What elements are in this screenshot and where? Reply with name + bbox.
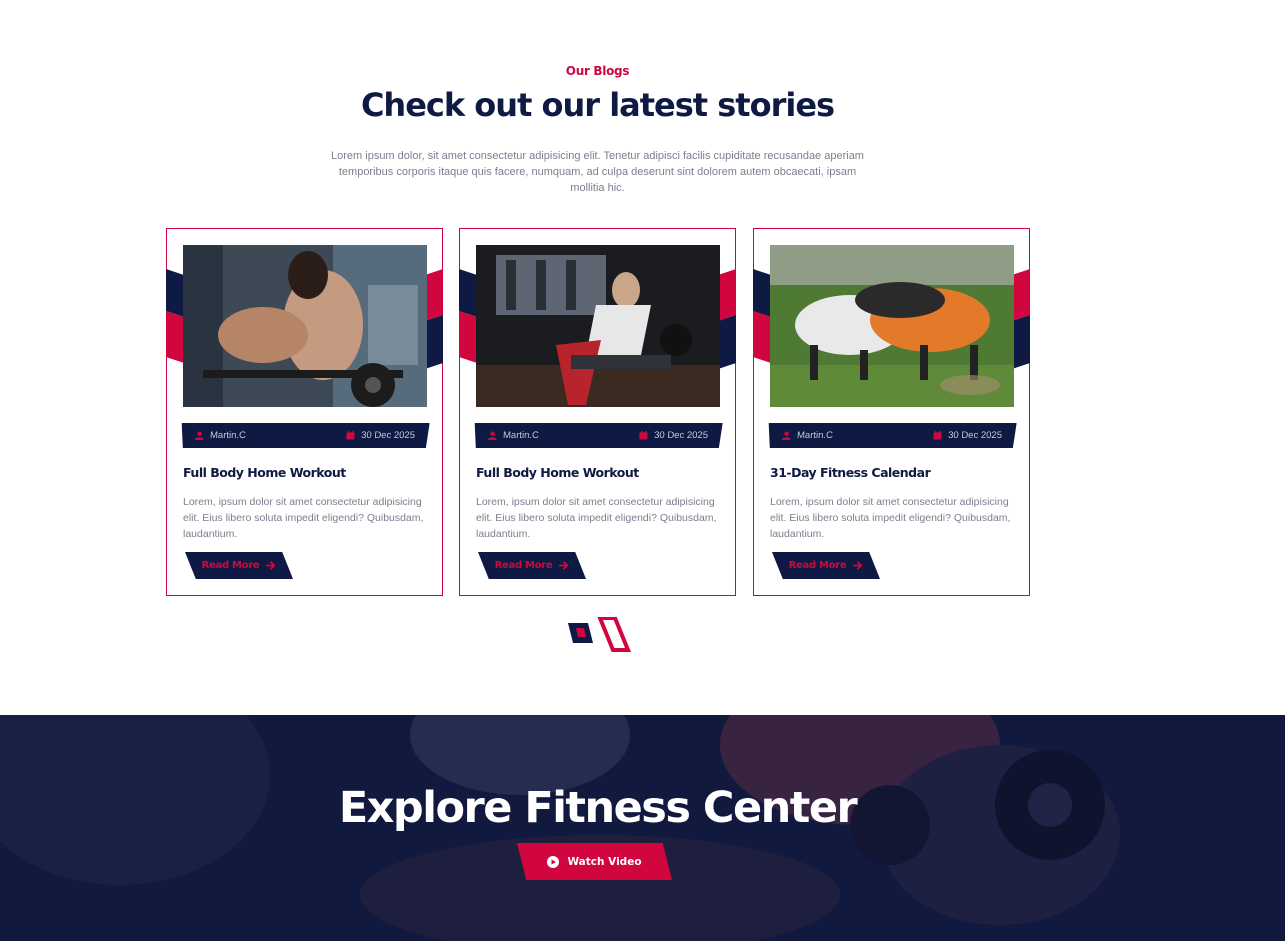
read-more-label: Read More <box>788 560 847 571</box>
video-banner: Explore Fitness Center Watch Video <box>0 715 1285 941</box>
carousel-pagination <box>568 617 631 652</box>
post-author-name: Martin.C <box>209 430 247 441</box>
post-title[interactable]: 31-Day Fitness Calendar <box>770 465 931 480</box>
post-title[interactable]: Full Body Home Workout <box>183 465 346 480</box>
watch-video-button[interactable]: Watch Video <box>517 843 672 880</box>
read-more-label: Read More <box>494 560 553 571</box>
calendar-icon <box>346 431 355 440</box>
post-date: 30 Dec 2025 <box>933 430 1002 441</box>
post-author[interactable]: Martin.C <box>782 430 833 441</box>
read-more-label: Read More <box>201 560 260 571</box>
post-excerpt: Lorem, ipsum dolor sit amet consectetur … <box>770 496 1011 540</box>
post-image[interactable] <box>476 245 720 407</box>
post-date-text: 30 Dec 2025 <box>360 430 416 441</box>
post-date-text: 30 Dec 2025 <box>653 430 709 441</box>
post-title[interactable]: Full Body Home Workout <box>476 465 639 480</box>
post-meta: Martin.C 30 Dec 2025 <box>473 423 722 448</box>
card-accent-right <box>425 269 443 369</box>
post-date: 30 Dec 2025 <box>346 430 415 441</box>
user-icon <box>782 431 791 440</box>
post-meta: Martin.C 30 Dec 2025 <box>180 423 429 448</box>
post-author[interactable]: Martin.C <box>195 430 246 441</box>
read-more-button[interactable]: Read More <box>185 552 293 579</box>
card-accent-left <box>753 269 771 363</box>
post-date-text: 30 Dec 2025 <box>947 430 1003 441</box>
post-excerpt: Lorem, ipsum dolor sit amet consectetur … <box>183 496 424 540</box>
post-date: 30 Dec 2025 <box>639 430 708 441</box>
section-intro: Lorem ipsum dolor, sit amet consectetur … <box>331 150 864 194</box>
arrow-right-icon <box>266 561 276 570</box>
post-author-name: Martin.C <box>796 430 834 441</box>
card-accent-right <box>1012 269 1030 369</box>
blog-card-3[interactable]: Martin.C 30 Dec 2025 31-Day Fitness Cale… <box>753 228 1030 596</box>
user-icon <box>195 431 204 440</box>
card-accent-right <box>718 269 736 369</box>
arrow-right-icon <box>559 561 569 570</box>
watch-video-label: Watch Video <box>567 855 642 868</box>
calendar-icon <box>933 431 942 440</box>
play-circle-icon <box>547 855 560 868</box>
user-icon <box>488 431 497 440</box>
calendar-icon <box>639 431 648 440</box>
arrow-right-icon <box>853 561 863 570</box>
post-author[interactable]: Martin.C <box>488 430 539 441</box>
post-image[interactable] <box>770 245 1014 407</box>
post-meta: Martin.C 30 Dec 2025 <box>767 423 1016 448</box>
blog-card-1[interactable]: Martin.C 30 Dec 2025 Full Body Home Work… <box>166 228 443 596</box>
post-author-name: Martin.C <box>502 430 540 441</box>
card-accent-left <box>166 269 184 363</box>
read-more-button[interactable]: Read More <box>772 552 880 579</box>
blog-card-2[interactable]: Martin.C 30 Dec 2025 Full Body Home Work… <box>459 228 736 596</box>
post-excerpt: Lorem, ipsum dolor sit amet consectetur … <box>476 496 717 540</box>
pagination-dot-2-active[interactable] <box>597 617 631 652</box>
card-accent-left <box>459 269 477 363</box>
pagination-dot-1[interactable] <box>568 623 593 643</box>
read-more-button[interactable]: Read More <box>478 552 586 579</box>
section-eyebrow: Our Blogs <box>565 64 630 78</box>
banner-title: Explore Fitness Center <box>338 783 858 833</box>
post-image[interactable] <box>183 245 427 407</box>
section-heading: Check out our latest stories <box>360 86 835 124</box>
